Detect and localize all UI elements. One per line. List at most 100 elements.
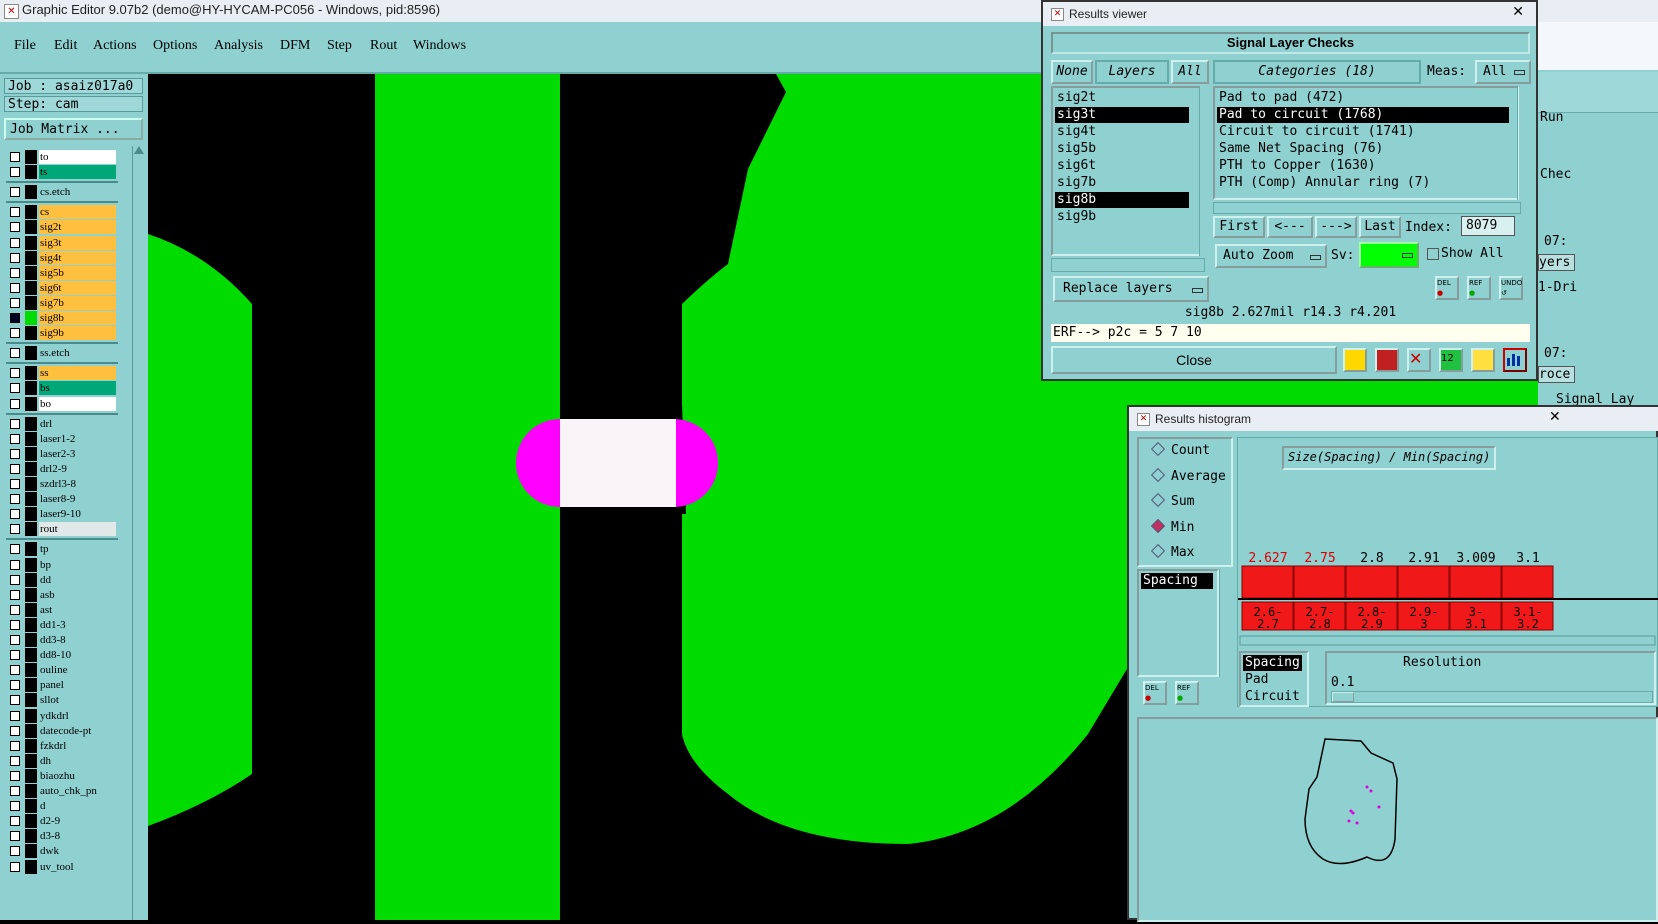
histogram-icon[interactable] [1503, 348, 1527, 372]
layers-scrollbar[interactable] [1199, 86, 1212, 256]
layer-row[interactable]: uv_tool [8, 859, 118, 874]
layer-color-swatch[interactable] [25, 784, 37, 798]
layer-color-swatch[interactable] [25, 844, 37, 859]
layer-checkbox[interactable] [10, 207, 20, 218]
layer-color-swatch[interactable] [25, 507, 37, 522]
category-list-item[interactable]: Pad to pad (472) [1217, 90, 1509, 106]
layer-color-swatch[interactable] [25, 396, 37, 411]
aggregate-radio-min[interactable]: Min [1150, 518, 1194, 535]
layer-checkbox[interactable] [10, 604, 20, 615]
histogram-bar[interactable] [1501, 565, 1554, 599]
next-button[interactable]: ---> [1315, 216, 1357, 238]
layer-color-swatch[interactable] [25, 602, 37, 617]
layer-row[interactable]: sllot [8, 693, 118, 708]
radio-indicator[interactable] [1150, 543, 1166, 559]
layer-color-swatch[interactable] [25, 522, 37, 537]
layer-row[interactable]: sig7b [8, 295, 118, 310]
job-matrix-button[interactable]: Job Matrix ... [4, 118, 143, 140]
radio-indicator[interactable] [1150, 467, 1166, 482]
layer-checkbox[interactable] [10, 740, 20, 751]
category-list-item[interactable]: Circuit to circuit (1741) [1217, 124, 1509, 140]
menu-options[interactable]: Options [153, 38, 197, 54]
layer-checkbox[interactable] [10, 635, 20, 645]
layer-checkbox[interactable] [10, 786, 20, 796]
category-list-item[interactable]: Pad to circuit (1768) [1217, 107, 1509, 123]
replace-layers-dropdown[interactable]: Replace layers [1053, 276, 1209, 302]
histogram-bar[interactable] [1345, 565, 1398, 599]
histogram-bar[interactable] [1293, 565, 1346, 599]
menu-rout[interactable]: Rout [370, 38, 397, 54]
layer-row[interactable]: biaozhu [8, 768, 118, 783]
process-tab[interactable]: roce [1538, 366, 1576, 383]
layer-row[interactable]: asb [8, 587, 118, 602]
layer-checkbox[interactable] [10, 418, 20, 429]
layer-checkbox[interactable] [10, 187, 20, 198]
layer-list-item[interactable]: sig9b [1055, 209, 1189, 225]
layer-list-item[interactable]: sig5b [1055, 141, 1189, 157]
layer-row[interactable]: sig3t [8, 235, 118, 250]
layer-checkbox[interactable] [10, 619, 20, 630]
layer-list-item[interactable]: sig4t [1055, 124, 1189, 140]
layer-checkbox[interactable] [10, 725, 20, 736]
layer-checkbox[interactable] [10, 816, 20, 827]
layer-row[interactable]: sig2t [8, 220, 118, 235]
radio-indicator[interactable] [1150, 518, 1166, 533]
layer-row[interactable]: d [8, 799, 118, 814]
measure-item[interactable]: Spacing [1141, 573, 1213, 589]
remove-icon[interactable]: ✕ [1407, 348, 1431, 372]
layer-row[interactable]: dh [8, 753, 118, 768]
layer-checkbox[interactable] [10, 589, 20, 600]
menu-step[interactable]: Step [327, 38, 352, 54]
categories-hscrollbar[interactable] [1213, 202, 1521, 214]
layer-row[interactable]: rout [8, 522, 118, 537]
measure-scrollbar[interactable] [1219, 569, 1232, 677]
aggregate-radio-max[interactable]: Max [1150, 543, 1194, 560]
select-none-button[interactable]: None [1051, 60, 1093, 84]
menu-edit[interactable]: Edit [54, 38, 77, 54]
layer-row[interactable]: sig6t [8, 280, 118, 295]
layer-checkbox[interactable] [10, 222, 20, 233]
layer-checkbox[interactable] [10, 313, 20, 323]
layer-row[interactable]: dwk [8, 844, 118, 859]
layer-color-swatch[interactable] [25, 799, 37, 814]
layer-list-scrollbar[interactable] [132, 146, 145, 920]
layer-color-swatch[interactable] [25, 708, 37, 723]
refresh-icon[interactable]: REF ● [1467, 276, 1491, 300]
layer-row[interactable]: ouline [8, 663, 118, 678]
layer-checkbox[interactable] [10, 494, 20, 505]
layer-color-swatch[interactable] [25, 311, 37, 325]
layer-color-swatch[interactable] [25, 326, 37, 341]
layer-color-swatch[interactable] [25, 572, 37, 587]
layer-row[interactable]: bs [8, 381, 118, 396]
auto-zoom-dropdown[interactable]: Auto Zoom [1215, 244, 1327, 268]
layers-list[interactable]: sig2t sig3t sig4t sig5b sig6t sig7b sig8b sig9b [1051, 86, 1203, 256]
layer-checkbox[interactable] [10, 861, 20, 872]
layer-color-swatch[interactable] [25, 492, 37, 507]
layer-color-swatch[interactable] [25, 220, 37, 235]
layer-color-swatch[interactable] [25, 587, 37, 602]
layer-row[interactable]: dd1-3 [8, 617, 118, 632]
layer-row[interactable]: ss [8, 366, 118, 381]
histogram-bar[interactable] [1449, 565, 1502, 599]
layer-row[interactable]: ss.etch [8, 346, 118, 361]
layer-color-swatch[interactable] [25, 381, 37, 396]
prev-button[interactable]: <--- [1267, 216, 1313, 238]
meas-dropdown[interactable]: All [1475, 60, 1531, 84]
layer-list-item[interactable]: sig6t [1055, 158, 1189, 174]
close-window-icon[interactable]: ✕ [1512, 4, 1524, 20]
layer-color-swatch[interactable] [25, 768, 37, 783]
layer-checkbox[interactable] [10, 368, 20, 379]
layer-checkbox[interactable] [10, 680, 20, 691]
layer-checkbox[interactable] [10, 267, 20, 278]
layer-checkbox[interactable] [10, 463, 20, 474]
layer-color-swatch[interactable] [25, 295, 37, 310]
layer-checkbox[interactable] [10, 544, 20, 555]
radio-indicator[interactable] [1150, 492, 1166, 508]
layer-checkbox[interactable] [10, 383, 20, 394]
run-button[interactable]: Run [1540, 110, 1563, 125]
layer-color-swatch[interactable] [25, 416, 37, 431]
size-item-spacing[interactable]: Spacing [1243, 655, 1302, 671]
layer-row[interactable]: sig4t [8, 250, 118, 265]
layer-checkbox[interactable] [10, 167, 20, 178]
layer-checkbox[interactable] [10, 237, 20, 248]
